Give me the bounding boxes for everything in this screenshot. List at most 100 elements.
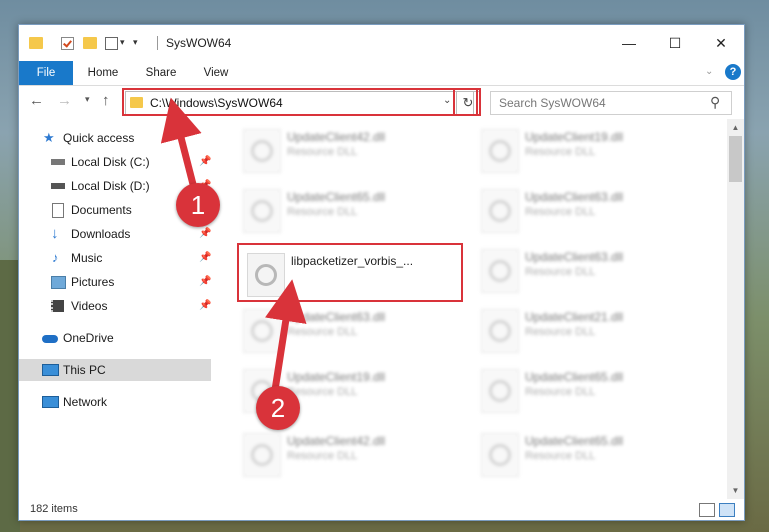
- file-item[interactable]: UpdateClient21.dll Resource DLL: [473, 303, 697, 355]
- properties-check-icon[interactable]: [61, 37, 74, 50]
- file-name: UpdateClient42.dll: [287, 130, 386, 144]
- expand-ribbon-icon[interactable]: ⌄: [705, 66, 713, 77]
- sidebar-item-label: Documents: [71, 203, 132, 217]
- sidebar-item-this-pc[interactable]: This PC: [19, 359, 211, 381]
- up-arrow-icon[interactable]: ↑: [102, 92, 110, 109]
- back-arrow-icon[interactable]: ←: [29, 92, 44, 109]
- forward-arrow-icon[interactable]: →: [57, 92, 72, 109]
- desktop-background: [0, 260, 20, 532]
- file-name: UpdateClient19.dll: [525, 130, 624, 144]
- sidebar-item-music[interactable]: ♪ Music 📌: [19, 247, 211, 269]
- sidebar-item-network[interactable]: Network: [19, 391, 211, 413]
- dll-file-icon: [243, 189, 281, 233]
- sidebar-item-label: Quick access: [63, 131, 135, 145]
- tab-share[interactable]: Share: [137, 61, 185, 85]
- file-type: Resource DLL: [287, 386, 358, 398]
- tab-view[interactable]: View: [193, 61, 239, 85]
- drive-icon: [51, 183, 65, 189]
- new-folder-icon[interactable]: [83, 37, 97, 49]
- step-2-callout: 2: [256, 386, 300, 430]
- sidebar-item-videos[interactable]: Videos 📌: [19, 295, 211, 317]
- file-item[interactable]: UpdateClient65.dll Resource DLL: [473, 427, 697, 479]
- dll-file-icon: [481, 433, 519, 477]
- file-type: Resource DLL: [525, 206, 596, 218]
- refresh-highlight: [453, 88, 481, 116]
- sidebar-item-label: OneDrive: [63, 331, 114, 345]
- status-bar: 182 items: [19, 499, 744, 520]
- file-item[interactable]: UpdateClient65.dll Resource DLL: [473, 363, 697, 415]
- network-icon: [42, 396, 59, 408]
- file-type: Resource DLL: [287, 206, 358, 218]
- scroll-up-icon[interactable]: ▲: [727, 119, 744, 136]
- vertical-scrollbar[interactable]: ▲ ▼: [727, 119, 744, 499]
- file-item[interactable]: UpdateClient63.dll Resource DLL: [473, 183, 697, 235]
- tab-file[interactable]: File: [19, 61, 73, 85]
- sidebar-item-onedrive[interactable]: OneDrive: [19, 327, 211, 349]
- file-list: UpdateClient42.dll Resource DLL UpdateCl…: [215, 119, 727, 499]
- drive-icon: [51, 159, 65, 165]
- dll-file-icon: [481, 309, 519, 353]
- sidebar-item-downloads[interactable]: ↓ Downloads 📌: [19, 223, 211, 245]
- file-name: UpdateClient65.dll: [287, 190, 386, 204]
- file-item[interactable]: UpdateClient42.dll Resource DLL: [235, 427, 459, 479]
- sidebar-item-label: Local Disk (C:): [71, 155, 150, 169]
- tab-home[interactable]: Home: [79, 61, 127, 85]
- item-count: 182 items: [30, 503, 78, 515]
- details-view-icon[interactable]: [699, 503, 715, 517]
- customize-icon[interactable]: [105, 37, 118, 50]
- file-name: UpdateClient19.dll: [287, 370, 386, 384]
- dll-file-icon: [481, 129, 519, 173]
- close-button[interactable]: ✕: [698, 25, 744, 61]
- large-icons-view-icon[interactable]: [719, 503, 735, 517]
- sidebar-item-label: Downloads: [71, 227, 131, 241]
- address-highlight: [122, 88, 478, 116]
- file-item[interactable]: UpdateClient63.dll Resource DLL: [235, 303, 459, 355]
- file-name: UpdateClient65.dll: [525, 434, 624, 448]
- sidebar-item-local-disk-c[interactable]: Local Disk (C:) 📌: [19, 151, 211, 173]
- download-icon: ↓: [51, 225, 59, 242]
- title-bar: ▾ ▾ SysWOW64 — ☐ ✕: [19, 25, 744, 61]
- quick-access-toolbar-dropdown-icon[interactable]: ▾: [133, 37, 143, 49]
- music-icon: ♪: [52, 250, 59, 265]
- pin-icon[interactable]: 📌: [199, 295, 211, 317]
- pin-icon[interactable]: 📌: [199, 271, 211, 293]
- file-type: Resource DLL: [287, 450, 358, 462]
- file-item[interactable]: UpdateClient63.dll Resource DLL: [473, 243, 697, 295]
- scroll-down-icon[interactable]: ▼: [727, 482, 744, 499]
- sidebar-item-label: This PC: [63, 363, 106, 377]
- file-item[interactable]: UpdateClient42.dll Resource DLL: [235, 123, 459, 175]
- folder-icon[interactable]: [29, 37, 43, 49]
- search-box[interactable]: Search SysWOW64 ⚲: [490, 91, 732, 115]
- pin-icon[interactable]: 📌: [199, 151, 211, 173]
- recent-locations-icon[interactable]: ▾: [85, 94, 90, 105]
- search-icon[interactable]: ⚲: [710, 94, 720, 111]
- file-type: Resource DLL: [287, 146, 358, 158]
- file-item[interactable]: UpdateClient19.dll Resource DLL: [473, 123, 697, 175]
- window-title: SysWOW64: [166, 36, 232, 50]
- star-icon: ★: [43, 130, 55, 145]
- sidebar-item-label: Videos: [71, 299, 108, 313]
- computer-icon: [42, 364, 59, 376]
- dropdown-arrow-icon[interactable]: ▾: [120, 37, 130, 49]
- search-input[interactable]: Search SysWOW64: [499, 96, 606, 110]
- sidebar-item-label: Network: [63, 395, 108, 409]
- sidebar-item-pictures[interactable]: Pictures 📌: [19, 271, 211, 293]
- dll-file-icon: [481, 249, 519, 293]
- cloud-icon: [42, 335, 58, 343]
- navigation-bar: ← → ▾ ↑ C:\Windows\SysWOW64 ⌄ ↻ Search S…: [19, 86, 744, 118]
- file-name: UpdateClient21.dll: [525, 310, 624, 324]
- file-name: UpdateClient63.dll: [287, 310, 386, 324]
- ribbon-tabs: File Home Share View ⌄ ?: [19, 61, 744, 86]
- pin-icon[interactable]: 📌: [199, 247, 211, 269]
- selected-file-highlight: [237, 243, 463, 302]
- file-type: Resource DLL: [287, 326, 358, 338]
- file-type: Resource DLL: [525, 450, 596, 462]
- maximize-button[interactable]: ☐: [652, 25, 698, 61]
- scroll-thumb[interactable]: [729, 136, 742, 182]
- help-icon[interactable]: ?: [725, 64, 741, 80]
- file-item[interactable]: UpdateClient65.dll Resource DLL: [235, 183, 459, 235]
- sidebar-item-label: Local Disk (D:): [71, 179, 150, 193]
- minimize-button[interactable]: —: [606, 25, 652, 61]
- file-explorer-window: ▾ ▾ SysWOW64 — ☐ ✕ File Home Share View …: [18, 24, 745, 521]
- sidebar-item-quick-access[interactable]: ★ Quick access: [19, 127, 211, 149]
